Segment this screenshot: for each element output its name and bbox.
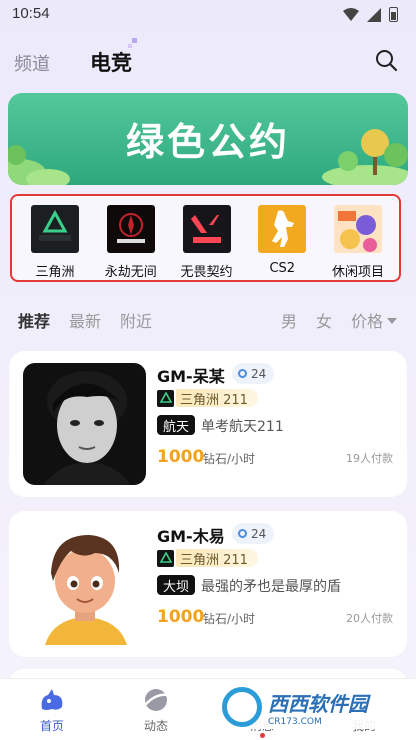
skill-badge: 大坝 (157, 575, 196, 595)
search-icon[interactable] (374, 48, 398, 72)
wifi-icon (343, 7, 359, 21)
status-time: 10:54 (12, 5, 50, 22)
watermark-logo-icon (222, 687, 262, 727)
status-icons (343, 7, 398, 22)
game-item-naraka[interactable]: 永劫无间 (96, 205, 166, 280)
filter-price-label: 价格 (351, 312, 384, 331)
avatar (23, 363, 146, 485)
watermark-domain: CR173.COM (268, 716, 322, 727)
game-tag: 三角洲 211 (157, 389, 258, 408)
game-tag-text: 三角洲 211 (176, 549, 258, 568)
filter-price[interactable]: 价格 (351, 308, 398, 332)
level-icon (238, 369, 247, 378)
bottom-nav: 首页 动态 消息 我的 西西软件园 CR173.COM (0, 678, 416, 740)
game-label: 三角洲 (35, 265, 75, 280)
delta-force-icon (31, 205, 79, 253)
delta-force-icon (157, 549, 174, 567)
filter-nearby[interactable]: 附近 (120, 308, 152, 332)
filter-recommend[interactable]: 推荐 (18, 308, 50, 332)
watermark: 西西软件园 CR173.COM (218, 685, 396, 729)
game-item-delta[interactable]: 三角洲 (20, 205, 90, 280)
game-category-strip: 三角洲 永劫无间 无畏契约 CS2 休闲项目 (10, 194, 401, 282)
nav-home[interactable]: 首页 (22, 687, 82, 734)
filter-bar: 推荐 最新 附近 男 女 价格 (0, 308, 416, 332)
price-unit: 钻石/小时 (203, 612, 256, 626)
level-badge: 24 (232, 523, 275, 544)
player-card[interactable]: GM-木易 24 三角洲 211 大坝 最强的矛也是最厚的盾 1000 钻石/小… (9, 511, 407, 657)
top-header: 频道 电竞 (0, 38, 416, 80)
price-value: 1000 (157, 607, 205, 627)
casual-icon (334, 205, 382, 253)
avatar (23, 523, 146, 645)
price-unit: 钻石/小时 (203, 452, 256, 466)
delta-force-icon (157, 389, 174, 407)
game-item-valorant[interactable]: 无畏契约 (172, 205, 242, 280)
level-value: 24 (251, 526, 267, 541)
status-bar: 10:54 (0, 0, 416, 30)
planet-icon (144, 689, 169, 711)
notification-dot (260, 733, 265, 738)
watermark-text: 西西软件园 CR173.COM (268, 688, 368, 727)
game-item-casual[interactable]: 休闲项目 (323, 205, 393, 280)
level-badge: 24 (232, 363, 275, 384)
sparkle-icon (128, 38, 137, 48)
nav-home-label: 首页 (39, 719, 64, 733)
level-value: 24 (251, 366, 267, 381)
player-name: GM-呆某 (157, 367, 225, 386)
player-description: 单考航天211 (201, 419, 284, 435)
home-icon (41, 689, 63, 710)
valorant-icon (182, 205, 231, 253)
filter-female[interactable]: 女 (316, 308, 332, 332)
price-value: 1000 (157, 447, 205, 467)
naraka-icon (106, 205, 155, 253)
cs2-icon (258, 205, 307, 253)
game-item-cs2[interactable]: CS2 (247, 205, 317, 280)
game-label: 休闲项目 (331, 265, 384, 280)
filter-male[interactable]: 男 (281, 308, 297, 332)
nav-moments[interactable]: 动态 (126, 687, 186, 734)
filter-newest[interactable]: 最新 (69, 308, 101, 332)
game-tag: 三角洲 211 (157, 549, 258, 568)
banner[interactable]: 绿色公约 (8, 93, 408, 185)
battery-icon (389, 7, 398, 22)
game-label: 永劫无间 (104, 265, 157, 280)
nav-moments-label: 动态 (143, 719, 168, 733)
tab-channel[interactable]: 频道 (14, 50, 50, 76)
skill-badge: 航天 (157, 415, 196, 435)
game-tag-text: 三角洲 211 (176, 389, 258, 408)
tree-decoration-right (322, 129, 408, 185)
player-card[interactable]: GM-呆某 24 三角洲 211 航天 单考航天211 1000 钻石/小时 1… (9, 351, 407, 497)
paid-count: 19人付款 (346, 452, 393, 465)
game-label: 无畏契约 (180, 265, 233, 280)
watermark-brand: 西西软件园 (268, 691, 368, 716)
game-label: CS2 (269, 261, 296, 276)
caret-down-icon (387, 318, 398, 324)
signal-icon (367, 7, 381, 22)
player-name: GM-木易 (157, 527, 225, 546)
level-icon (238, 529, 247, 538)
player-description: 最强的矛也是最厚的盾 (201, 579, 341, 595)
paid-count: 20人付款 (346, 612, 393, 625)
